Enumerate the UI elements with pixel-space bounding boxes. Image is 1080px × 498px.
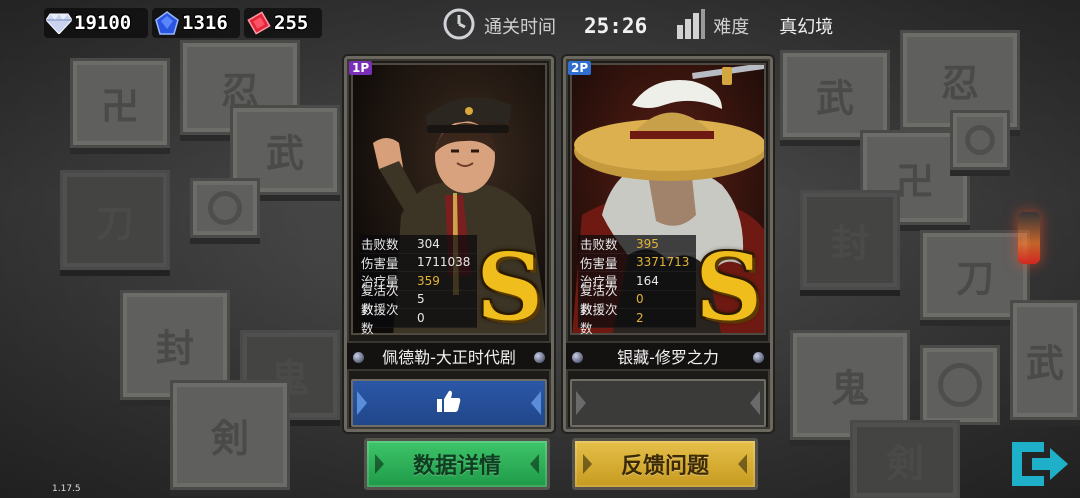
chevron-right-icon [530,454,539,474]
stat-label: 伤害量 [580,255,618,271]
player-1-name: 佩德勒-大正时代剧 [382,348,516,367]
stat-label: 伤害量 [361,255,399,271]
stat-value: 359 [417,273,440,288]
stat-row: 伤害量 1711038 [359,253,477,272]
feedback-label: 反馈问题 [620,454,709,479]
thumbs-up-icon [436,389,462,417]
currency-diamond: 19100 [44,8,148,38]
stat-label: 击败数 [580,237,618,253]
difficulty-bars-icon [677,8,706,44]
player-1-grade: S [476,233,543,341]
stat-value: 164 [636,273,659,288]
player-2-grade: S [695,233,762,341]
clear-time-label: 通关时间 [484,17,556,38]
sapphire-count: 1316 [182,12,228,34]
exit-button[interactable] [1008,438,1072,490]
version-label: 1.17.5 [52,484,81,494]
stat-row: 击败数 395 [578,235,696,254]
stat-row: 击败数 304 [359,235,477,254]
arrow-left-icon [357,391,367,415]
ruby-icon [244,10,274,36]
stat-value: 0 [417,310,425,325]
stat-label: 救援次数 [580,301,618,336]
difficulty-value: 真幻境 [779,17,834,38]
stat-value: 2 [636,310,644,325]
clock-icon [442,7,476,46]
player-2-name: 银藏-修罗之力 [617,348,719,367]
stat-value: 3371713 [636,255,690,270]
player-1-badge: 1P [349,61,373,75]
player-1-card: 1P 击败数 304 伤害量 1711038 治疗量 359 复活次数 5 救援次数 0 … [344,56,554,432]
player-1-namebar: 佩德勒-大正时代剧 [347,341,551,371]
exit-arrow-icon [1012,442,1068,486]
difficulty-label: 难度 [713,17,750,38]
arrow-left-icon [576,391,586,415]
feedback-button[interactable]: 反馈问题 [572,438,758,490]
stat-value: 1711038 [417,255,471,270]
stat-label: 救援次数 [361,301,399,336]
stat-value: 0 [636,292,644,307]
diamond-icon [44,10,74,36]
stat-value: 304 [417,236,440,251]
sapphire-icon [152,10,182,36]
player-2-stats: 击败数 395 伤害量 3371713 治疗量 164 复活次数 0 救援次数 2 [578,235,696,336]
chevron-left-icon [375,454,384,474]
rivet-icon [753,352,764,363]
chevron-right-icon [738,454,747,474]
arrow-right-icon [750,391,760,415]
data-details-label: 数据详情 [412,454,501,479]
ruby-count: 255 [274,12,309,34]
rivet-icon [572,352,583,363]
player-2-badge: 2P [568,61,592,75]
stat-row: 救援次数 0 [359,302,477,336]
player-1-stats: 击败数 304 伤害量 1711038 治疗量 359 复活次数 5 救援次数 0 [359,235,477,336]
player-2-like-button[interactable] [570,379,766,427]
stat-row: 救援次数 2 [578,302,696,336]
stage-info: 通关时间 25:26 难度 真幻境 [442,8,862,44]
stat-label: 击败数 [361,237,399,253]
currency-sapphire: 1316 [152,8,240,38]
stat-value: 5 [417,292,425,307]
player-1-like-button[interactable] [351,379,547,427]
diamond-count: 19100 [74,12,132,34]
arrow-right-icon [531,391,541,415]
data-details-button[interactable]: 数据详情 [364,438,550,490]
stat-value: 395 [636,236,659,251]
player-2-namebar: 银藏-修罗之力 [566,341,770,371]
chevron-left-icon [583,454,592,474]
currency-ruby: 255 [244,8,322,38]
rivet-icon [353,352,364,363]
rivet-icon [534,352,545,363]
clear-time-value: 25:26 [584,14,648,38]
stat-row: 伤害量 3371713 [578,253,696,272]
player-2-card: 2P 击败数 395 伤害量 3371713 治疗量 164 复活次数 0 救援次数 2 … [563,56,773,432]
torch-flame [1018,212,1040,264]
